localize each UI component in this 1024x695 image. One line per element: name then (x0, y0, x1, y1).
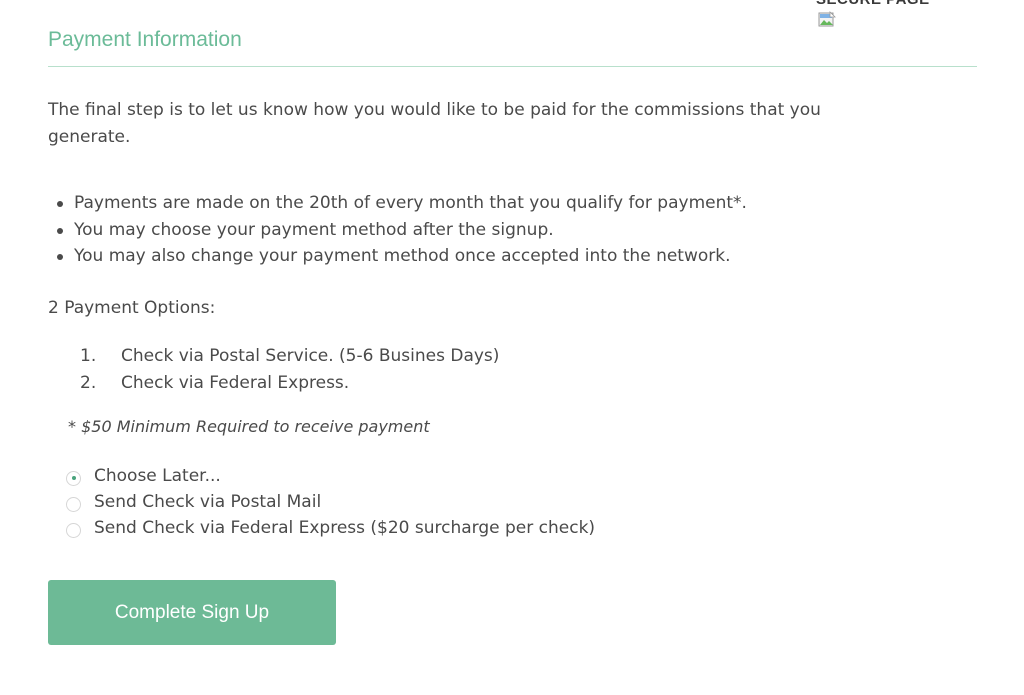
payment-options-heading: 2 Payment Options: (48, 298, 216, 318)
list-item-number: 2. (80, 372, 97, 393)
radio-label[interactable]: Choose Later... (94, 466, 221, 486)
list-item-number: 1. (80, 346, 97, 366)
secure-page-label: SECURE PAGE (816, 0, 930, 8)
page-title: Payment Information (48, 28, 242, 51)
radio-option-federal-express[interactable]: Send Check via Federal Express ($20 surc… (66, 515, 595, 541)
payment-method-radio-group: Choose Later... Send Check via Postal Ma… (66, 463, 595, 541)
radio-button[interactable] (66, 522, 81, 538)
list-item: You may choose your payment method after… (48, 217, 747, 244)
minimum-payment-note: * $50 Minimum Required to receive paymen… (68, 417, 430, 436)
list-item-text: You may choose your payment method after… (74, 219, 554, 240)
list-item-text: Check via Postal Service. (5-6 Busines D… (121, 346, 500, 366)
payment-notes-list: Payments are made on the 20th of every m… (48, 190, 747, 270)
bullet-dot-icon (57, 201, 63, 207)
title-divider (48, 66, 977, 67)
bullet-dot-icon (57, 227, 63, 234)
list-item: 2. Check via Federal Express. (48, 370, 499, 397)
bullet-dot-icon (57, 254, 63, 260)
broken-image-icon (818, 11, 836, 27)
radio-option-choose-later[interactable]: Choose Later... (66, 463, 595, 489)
list-item-text: You may also change your payment method … (74, 246, 731, 266)
radio-button[interactable] (66, 470, 81, 486)
radio-label[interactable]: Send Check via Postal Mail (94, 492, 321, 512)
payment-options-list: 1. Check via Postal Service. (5-6 Busines… (48, 343, 499, 396)
radio-button[interactable] (66, 496, 81, 512)
list-item: 1. Check via Postal Service. (5-6 Busines… (48, 343, 499, 370)
list-item-text: Check via Federal Express. (121, 372, 350, 393)
list-item: You may also change your payment method … (48, 243, 747, 270)
list-item-text: Payments are made on the 20th of every m… (74, 193, 747, 213)
radio-label[interactable]: Send Check via Federal Express ($20 surc… (94, 518, 595, 538)
radio-option-postal-mail[interactable]: Send Check via Postal Mail (66, 489, 595, 515)
list-item: Payments are made on the 20th of every m… (48, 190, 747, 217)
intro-text: The final step is to let us know how you… (48, 100, 821, 147)
complete-sign-up-button[interactable]: Complete Sign Up (48, 580, 336, 645)
